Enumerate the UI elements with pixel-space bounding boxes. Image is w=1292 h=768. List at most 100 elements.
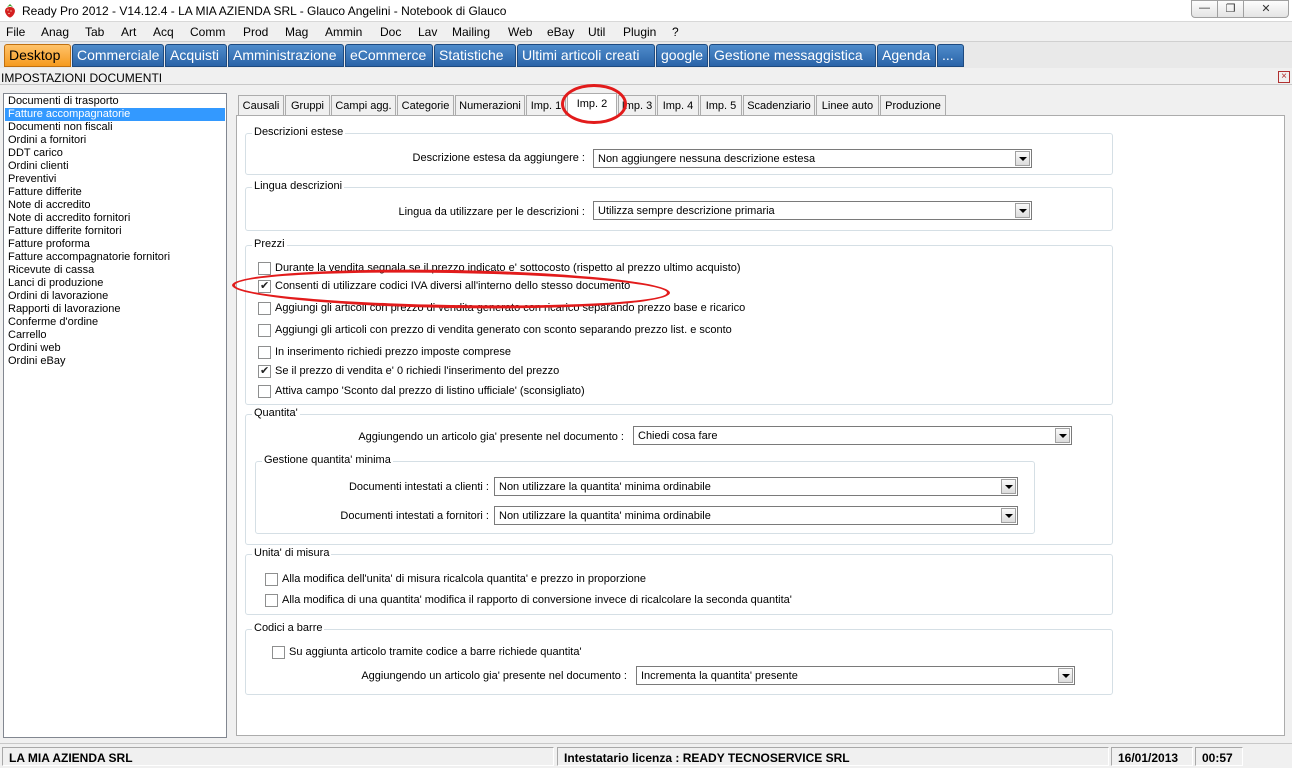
checkbox-label: Durante la vendita segnala se il prezzo … — [275, 262, 741, 274]
list-item[interactable]: Documenti non fiscali — [5, 121, 225, 134]
checkbox-sottocosto[interactable] — [258, 262, 271, 275]
menu-prod[interactable]: Prod — [243, 25, 268, 39]
chevron-down-icon[interactable] — [1015, 203, 1030, 218]
minimize-button[interactable]: — — [1191, 0, 1218, 18]
tab-statistiche[interactable]: Statistiche — [434, 44, 516, 67]
restore-button[interactable]: ❐ — [1218, 0, 1244, 18]
list-item[interactable]: Fatture differite fornitori — [5, 225, 225, 238]
tab-commerciale[interactable]: Commerciale — [72, 44, 164, 67]
descrizione-estesa-label: Descrizione estesa da aggiungere : — [412, 152, 585, 164]
close-window-button[interactable]: ✕ — [1244, 0, 1289, 18]
document-type-list[interactable]: Documenti di trasporto Fatture accompagn… — [3, 93, 227, 738]
list-item[interactable]: Ordini web — [5, 342, 225, 355]
tab-more[interactable]: ... — [937, 44, 964, 67]
checkbox-imposte-comprese[interactable] — [258, 346, 271, 359]
tab-ecommerce[interactable]: eCommerce — [345, 44, 433, 67]
list-item[interactable]: Carrello — [5, 329, 225, 342]
list-item[interactable]: Fatture differite — [5, 186, 225, 199]
checkbox-richiede-quantita[interactable] — [272, 646, 285, 659]
tab-numerazioni[interactable]: Numerazioni — [455, 95, 525, 115]
menu-ammin[interactable]: Ammin — [325, 25, 362, 39]
tab-desktop[interactable]: Desktop — [4, 44, 71, 67]
tab-causali[interactable]: Causali — [238, 95, 284, 115]
tab-campi-agg[interactable]: Campi agg. — [331, 95, 396, 115]
status-license: Intestatario licenza : READY TECNOSERVIC… — [557, 747, 1109, 766]
checkbox-ricarico[interactable] — [258, 302, 271, 315]
tab-imp2[interactable]: Imp. 2 — [567, 93, 617, 116]
menu-ebay[interactable]: eBay — [547, 25, 574, 39]
tab-gestione-messaggistica[interactable]: Gestione messaggistica — [709, 44, 876, 67]
tab-agenda[interactable]: Agenda — [877, 44, 936, 67]
chevron-down-icon[interactable] — [1015, 151, 1030, 166]
barre-articolo-select[interactable]: Incrementa la quantita' presente — [636, 666, 1075, 685]
group-title: Quantita' — [252, 407, 300, 419]
checkbox-codici-iva[interactable] — [258, 279, 271, 293]
menu-tab[interactable]: Tab — [85, 25, 104, 39]
tab-produzione[interactable]: Produzione — [880, 95, 946, 115]
menu-acq[interactable]: Acq — [153, 25, 174, 39]
list-item[interactable]: Documenti di trasporto — [5, 95, 225, 108]
tab-linee-auto[interactable]: Linee auto — [816, 95, 879, 115]
checkbox-label: Consenti di utilizzare codici IVA divers… — [275, 280, 631, 292]
list-item[interactable]: Ordini di lavorazione — [5, 290, 225, 303]
tab-imp4[interactable]: Imp. 4 — [657, 95, 699, 115]
list-item[interactable]: Note di accredito — [5, 199, 225, 212]
checkbox-ricalcola-proporzione[interactable] — [265, 573, 278, 586]
menu-anag[interactable]: Anag — [41, 25, 69, 39]
chevron-down-icon[interactable] — [1058, 668, 1073, 683]
quantita-articolo-select[interactable]: Chiedi cosa fare — [633, 426, 1072, 445]
list-item-selected[interactable]: Fatture accompagnatorie — [5, 108, 225, 121]
checkbox-label: In inserimento richiedi prezzo imposte c… — [275, 346, 511, 358]
menu-mag[interactable]: Mag — [285, 25, 308, 39]
tab-imp5[interactable]: Imp. 5 — [700, 95, 742, 115]
tab-amministrazione[interactable]: Amministrazione — [228, 44, 344, 67]
chevron-down-icon[interactable] — [1001, 479, 1016, 494]
tab-categorie[interactable]: Categorie — [397, 95, 454, 115]
checkbox-prezzo-zero[interactable] — [258, 364, 271, 378]
list-item[interactable]: Note di accredito fornitori — [5, 212, 225, 225]
menu-doc[interactable]: Doc — [380, 25, 401, 39]
tab-google[interactable]: google — [656, 44, 708, 67]
menu-web[interactable]: Web — [508, 25, 532, 39]
tab-imp1[interactable]: Imp. 1 — [526, 95, 566, 115]
lingua-select[interactable]: Utilizza sempre descrizione primaria — [593, 201, 1032, 220]
tab-acquisti[interactable]: Acquisti — [165, 44, 227, 67]
group-title: Prezzi — [252, 238, 287, 250]
tab-gruppi[interactable]: Gruppi — [285, 95, 330, 115]
checkbox-sconto-listino[interactable] — [258, 385, 271, 398]
checkbox-sconto[interactable] — [258, 324, 271, 337]
list-item[interactable]: DDT carico — [5, 147, 225, 160]
list-item[interactable]: Lanci di produzione — [5, 277, 225, 290]
menu-art[interactable]: Art — [121, 25, 136, 39]
list-item[interactable]: Conferme d'ordine — [5, 316, 225, 329]
list-item[interactable]: Preventivi — [5, 173, 225, 186]
list-item[interactable]: Fatture proforma — [5, 238, 225, 251]
list-item[interactable]: Ordini a fornitori — [5, 134, 225, 147]
chevron-down-icon[interactable] — [1001, 508, 1016, 523]
descrizione-estesa-select[interactable]: Non aggiungere nessuna descrizione estes… — [593, 149, 1032, 168]
checkbox-rapporto-conversione[interactable] — [265, 594, 278, 607]
menu-lav[interactable]: Lav — [418, 25, 437, 39]
menu-help[interactable]: ? — [672, 25, 679, 39]
menu-plugin[interactable]: Plugin — [623, 25, 656, 39]
tab-scadenziario[interactable]: Scadenziario — [743, 95, 815, 115]
menu-mailing[interactable]: Mailing — [452, 25, 490, 39]
chevron-down-icon[interactable] — [1055, 428, 1070, 443]
list-item[interactable]: Ricevute di cassa — [5, 264, 225, 277]
group-descrizioni-estese: Descrizioni estese Descrizione estesa da… — [245, 126, 1113, 175]
close-icon: ✕ — [1261, 3, 1271, 15]
status-time: 00:57 — [1195, 747, 1243, 766]
menu-file[interactable]: File — [6, 25, 25, 39]
list-item[interactable]: Ordini clienti — [5, 160, 225, 173]
tab-imp3[interactable]: Imp. 3 — [618, 95, 656, 115]
menu-comm[interactable]: Comm — [190, 25, 225, 39]
menu-util[interactable]: Util — [588, 25, 605, 39]
group-title: Codici a barre — [252, 622, 325, 634]
tab-ultimi-articoli[interactable]: Ultimi articoli creati — [517, 44, 655, 67]
list-item[interactable]: Ordini eBay — [5, 355, 225, 368]
clienti-quantita-minima-select[interactable]: Non utilizzare la quantita' minima ordin… — [494, 477, 1018, 496]
fornitori-quantita-minima-select[interactable]: Non utilizzare la quantita' minima ordin… — [494, 506, 1018, 525]
close-panel-icon[interactable]: × — [1278, 71, 1290, 83]
list-item[interactable]: Fatture accompagnatorie fornitori — [5, 251, 225, 264]
list-item[interactable]: Rapporti di lavorazione — [5, 303, 225, 316]
